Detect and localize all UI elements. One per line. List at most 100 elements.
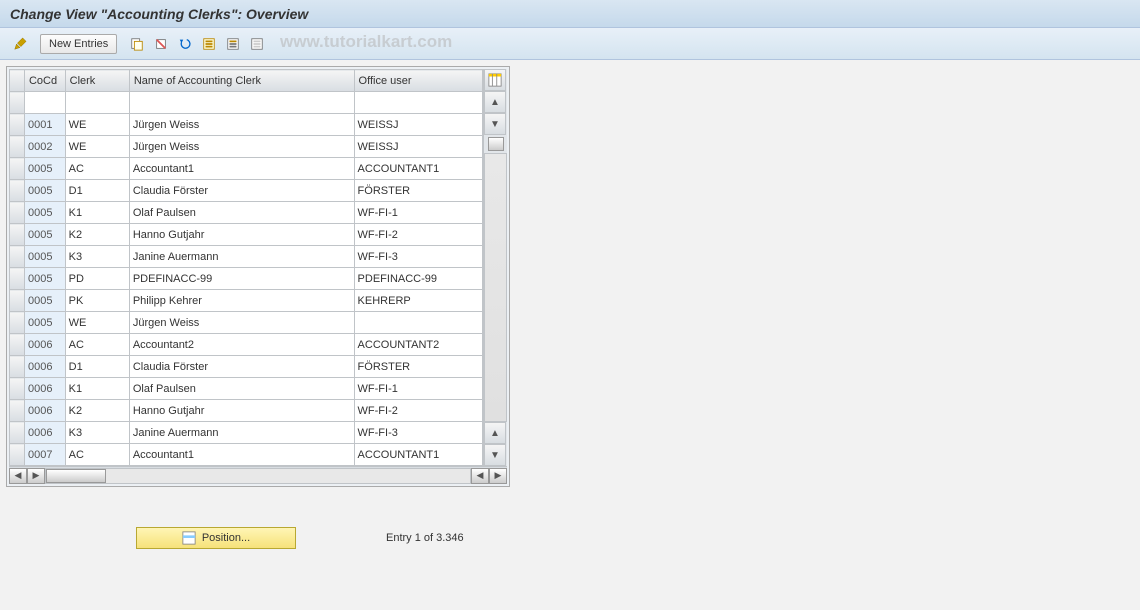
- cell-name[interactable]: Olaf Paulsen: [129, 378, 354, 400]
- deselect-all-icon[interactable]: [247, 34, 267, 54]
- hscroll-right-button-2[interactable]: ▶: [489, 468, 507, 484]
- col-name[interactable]: Name of Accounting Clerk: [129, 70, 354, 92]
- cell-user[interactable]: WEISSJ: [354, 136, 482, 158]
- cell-clerk[interactable]: K2: [65, 224, 129, 246]
- horizontal-scrollbar[interactable]: ◀ ▶ ◀ ▶: [9, 466, 507, 484]
- table-settings-icon[interactable]: [484, 69, 506, 91]
- scroll-down-button-bottom[interactable]: ▼: [484, 444, 506, 466]
- cell-clerk[interactable]: PD: [65, 268, 129, 290]
- cell-user[interactable]: ACCOUNTANT2: [354, 334, 482, 356]
- cell-cocd[interactable]: 0005: [24, 290, 65, 312]
- scroll-track[interactable]: [484, 153, 507, 422]
- cell-name[interactable]: Janine Auermann: [129, 246, 354, 268]
- row-selector[interactable]: [10, 136, 25, 158]
- table-row[interactable]: 0006ACAccountant2ACCOUNTANT2: [10, 334, 483, 356]
- table-row[interactable]: 0005D1Claudia FörsterFÖRSTER: [10, 180, 483, 202]
- cell-cocd[interactable]: 0006: [24, 356, 65, 378]
- new-entries-button[interactable]: New Entries: [40, 34, 117, 54]
- cell-name[interactable]: Olaf Paulsen: [129, 202, 354, 224]
- table-row[interactable]: 0006K2Hanno GutjahrWF-FI-2: [10, 400, 483, 422]
- table-row[interactable]: 0006D1Claudia FörsterFÖRSTER: [10, 356, 483, 378]
- hscroll-right-button[interactable]: ▶: [27, 468, 45, 484]
- table-row[interactable]: 0005ACAccountant1ACCOUNTANT1: [10, 158, 483, 180]
- cell-cocd[interactable]: 0005: [24, 312, 65, 334]
- cell-user[interactable]: PDEFINACC-99: [354, 268, 482, 290]
- scroll-down-button[interactable]: ▼: [484, 113, 506, 135]
- cell-cocd[interactable]: 0005: [24, 224, 65, 246]
- cell-clerk[interactable]: AC: [65, 444, 129, 466]
- col-clerk[interactable]: Clerk: [65, 70, 129, 92]
- col-user[interactable]: Office user: [354, 70, 482, 92]
- row-selector[interactable]: [10, 422, 25, 444]
- table-row[interactable]: 0006K1Olaf PaulsenWF-FI-1: [10, 378, 483, 400]
- cell-user[interactable]: WF-FI-3: [354, 246, 482, 268]
- input-name[interactable]: [129, 92, 354, 114]
- table-row[interactable]: 0005WEJürgen Weiss: [10, 312, 483, 334]
- cell-clerk[interactable]: K3: [65, 246, 129, 268]
- table-input-row[interactable]: [10, 92, 483, 114]
- row-selector[interactable]: [10, 378, 25, 400]
- table-row[interactable]: 0005PDPDEFINACC-99PDEFINACC-99: [10, 268, 483, 290]
- input-user[interactable]: [354, 92, 482, 114]
- row-selector[interactable]: [10, 356, 25, 378]
- cell-name[interactable]: Jürgen Weiss: [129, 312, 354, 334]
- select-all-header[interactable]: [10, 70, 25, 92]
- delete-icon[interactable]: [151, 34, 171, 54]
- cell-name[interactable]: PDEFINACC-99: [129, 268, 354, 290]
- cell-user[interactable]: [354, 312, 482, 334]
- cell-user[interactable]: WF-FI-3: [354, 422, 482, 444]
- cell-cocd[interactable]: 0001: [24, 114, 65, 136]
- position-button[interactable]: Position...: [136, 527, 296, 549]
- row-selector[interactable]: [10, 224, 25, 246]
- cell-name[interactable]: Accountant1: [129, 444, 354, 466]
- row-selector[interactable]: [10, 290, 25, 312]
- cell-clerk[interactable]: K2: [65, 400, 129, 422]
- cell-name[interactable]: Philipp Kehrer: [129, 290, 354, 312]
- input-clerk[interactable]: [65, 92, 129, 114]
- table-row[interactable]: 0005K2Hanno GutjahrWF-FI-2: [10, 224, 483, 246]
- hscroll-left-button-2[interactable]: ◀: [471, 468, 489, 484]
- cell-clerk[interactable]: K3: [65, 422, 129, 444]
- table-row[interactable]: 0002WEJürgen WeissWEISSJ: [10, 136, 483, 158]
- cell-clerk[interactable]: WE: [65, 114, 129, 136]
- cell-cocd[interactable]: 0005: [24, 246, 65, 268]
- cell-name[interactable]: Jürgen Weiss: [129, 136, 354, 158]
- row-selector[interactable]: [10, 158, 25, 180]
- cell-user[interactable]: FÖRSTER: [354, 180, 482, 202]
- table-row[interactable]: 0005PKPhilipp KehrerKEHRERP: [10, 290, 483, 312]
- select-all-icon[interactable]: [199, 34, 219, 54]
- cell-clerk[interactable]: K1: [65, 378, 129, 400]
- row-selector[interactable]: [10, 334, 25, 356]
- scroll-up-button[interactable]: ▲: [484, 91, 506, 113]
- row-selector[interactable]: [10, 114, 25, 136]
- row-selector[interactable]: [10, 92, 25, 114]
- toggle-edit-icon[interactable]: [10, 34, 30, 54]
- cell-clerk[interactable]: WE: [65, 136, 129, 158]
- cell-cocd[interactable]: 0006: [24, 422, 65, 444]
- cell-user[interactable]: FÖRSTER: [354, 356, 482, 378]
- cell-cocd[interactable]: 0005: [24, 268, 65, 290]
- cell-cocd[interactable]: 0006: [24, 378, 65, 400]
- cell-name[interactable]: Hanno Gutjahr: [129, 224, 354, 246]
- copy-as-icon[interactable]: [127, 34, 147, 54]
- cell-user[interactable]: ACCOUNTANT1: [354, 444, 482, 466]
- cell-user[interactable]: WF-FI-2: [354, 224, 482, 246]
- cell-user[interactable]: WF-FI-1: [354, 378, 482, 400]
- cell-clerk[interactable]: PK: [65, 290, 129, 312]
- cell-cocd[interactable]: 0006: [24, 334, 65, 356]
- undo-icon[interactable]: [175, 34, 195, 54]
- cell-clerk[interactable]: D1: [65, 356, 129, 378]
- cell-user[interactable]: WF-FI-2: [354, 400, 482, 422]
- cell-name[interactable]: Accountant2: [129, 334, 354, 356]
- scroll-up-button-bottom[interactable]: ▲: [484, 422, 506, 444]
- cell-clerk[interactable]: AC: [65, 334, 129, 356]
- cell-name[interactable]: Accountant1: [129, 158, 354, 180]
- cell-cocd[interactable]: 0005: [24, 158, 65, 180]
- row-selector[interactable]: [10, 180, 25, 202]
- hscroll-track[interactable]: [45, 468, 471, 484]
- row-selector[interactable]: [10, 400, 25, 422]
- cell-name[interactable]: Claudia Förster: [129, 180, 354, 202]
- cell-user[interactable]: WF-FI-1: [354, 202, 482, 224]
- hscroll-left-button[interactable]: ◀: [9, 468, 27, 484]
- cell-user[interactable]: WEISSJ: [354, 114, 482, 136]
